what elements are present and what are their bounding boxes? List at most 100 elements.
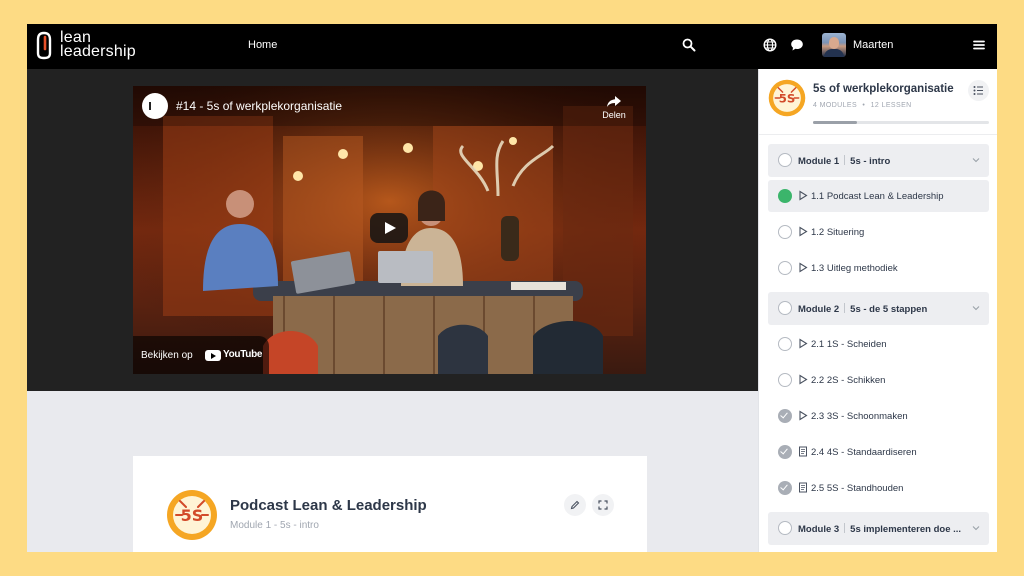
share-arrow-icon xyxy=(607,96,621,107)
logo-wordmark: lean leadership xyxy=(60,30,136,60)
module-2-label: Module 2 5s - de 5 stappen xyxy=(798,303,927,315)
lesson-completed-check-icon xyxy=(778,445,792,459)
hamburger-menu-icon[interactable] xyxy=(973,39,985,51)
lesson-row-2-1[interactable]: 2.1 1S - Scheiden xyxy=(768,328,989,360)
course-progress-fill xyxy=(813,121,857,124)
lean-leadership-logo[interactable]: lean leadership xyxy=(36,30,161,62)
lesson-label: 2.3 3S - Schoonmaken xyxy=(811,411,908,422)
module-2-name: 5s - de 5 stappen xyxy=(850,304,928,315)
search-icon[interactable] xyxy=(682,38,696,52)
course-meta: 4 MODULES • 12 LESSEN xyxy=(813,102,912,109)
youtube-wordmark: YouTube xyxy=(223,349,263,360)
lesson-row-2-3[interactable]: 2.3 3S - Schoonmaken xyxy=(768,400,989,432)
document-icon xyxy=(799,446,807,457)
lesson-label: 2.5 5S - Standhouden xyxy=(811,483,904,494)
play-triangle-icon xyxy=(799,338,808,349)
share-button[interactable]: Delen xyxy=(599,95,629,120)
play-button[interactable] xyxy=(370,213,408,243)
course-title[interactable]: 5s of werkplekorganisatie xyxy=(813,83,954,95)
chevron-down-icon xyxy=(972,158,980,163)
avatar-body xyxy=(824,49,844,57)
channel-avatar[interactable] xyxy=(142,93,168,119)
module-row-2[interactable]: Module 2 5s - de 5 stappen xyxy=(768,292,989,325)
module-3-label: Module 3 5s implementeren doe ... xyxy=(798,523,961,535)
lesson-open-status-icon xyxy=(778,261,792,275)
course-progress-bar xyxy=(813,121,989,124)
module-3-number: Module 3 xyxy=(798,524,840,535)
play-triangle-icon xyxy=(799,262,808,273)
chevron-down-icon xyxy=(972,306,980,311)
modules-count: 4 MODULES xyxy=(813,102,858,109)
module-row-1[interactable]: Module 1 5s - intro xyxy=(768,144,989,177)
lesson-row-2-4[interactable]: 2.4 4S - Standaardiseren xyxy=(768,436,989,468)
lesson-completed-check-icon xyxy=(778,409,792,423)
module-1-label: Module 1 5s - intro xyxy=(798,155,890,167)
lesson-label: 1.1 Podcast Lean & Leadership xyxy=(811,191,944,202)
lesson-open-status-icon xyxy=(778,373,792,387)
user-name[interactable]: Maarten xyxy=(853,39,893,51)
fullscreen-button[interactable] xyxy=(592,494,614,516)
lesson-label: 2.1 1S - Scheiden xyxy=(811,339,887,350)
app-window: lean leadership Home Maarten #14 - 5s of… xyxy=(27,24,997,552)
module-row-3[interactable]: Module 3 5s implementeren doe ... xyxy=(768,512,989,545)
lesson-row-2-2[interactable]: 2.2 2S - Schikken xyxy=(768,364,989,396)
youtube-play-icon xyxy=(205,350,221,361)
play-triangle-icon xyxy=(799,410,808,421)
module-1-number: Module 1 xyxy=(798,156,840,167)
watch-on-label: Bekijken op xyxy=(141,350,193,361)
table-of-contents-button[interactable] xyxy=(968,80,989,101)
chevron-down-icon xyxy=(972,526,980,531)
lesson-label: 1.2 Situering xyxy=(811,227,865,238)
video-section: #14 - 5s of werkplekorganisatie Delen Be… xyxy=(27,69,758,391)
chat-icon[interactable] xyxy=(790,38,804,52)
module-status-circle xyxy=(778,301,792,315)
edit-button[interactable] xyxy=(564,494,586,516)
lesson-open-status-icon xyxy=(778,225,792,239)
lesson-current-status-icon xyxy=(778,189,792,203)
lesson-label: 2.2 2S - Schikken xyxy=(811,375,886,386)
module-3-name: 5s implementeren doe ... xyxy=(850,524,962,535)
lesson-subtitle: Module 1 - 5s - intro xyxy=(230,520,319,531)
lesson-badge-text: 5S xyxy=(181,506,204,525)
play-triangle-icon xyxy=(799,190,808,201)
user-avatar[interactable] xyxy=(822,33,846,57)
lesson-open-status-icon xyxy=(778,337,792,351)
pencil-icon xyxy=(570,500,580,510)
play-triangle-icon xyxy=(799,374,808,385)
lesson-row-1-1[interactable]: 1.1 Podcast Lean & Leadership xyxy=(768,180,989,212)
lesson-row-1-2[interactable]: 1.2 Situering xyxy=(768,216,989,248)
module-1-name: 5s - intro xyxy=(850,156,891,167)
logo-line-2: leadership xyxy=(60,43,136,60)
fullscreen-icon xyxy=(598,500,608,510)
watch-on-youtube-link[interactable]: Bekijken op YouTube xyxy=(133,336,269,374)
top-navigation-bar: lean leadership Home Maarten xyxy=(27,24,997,69)
lesson-completed-check-icon xyxy=(778,481,792,495)
module-status-circle xyxy=(778,153,792,167)
share-label: Delen xyxy=(602,110,626,120)
lesson-header-card: 5S Podcast Lean & Leadership Module 1 - … xyxy=(133,456,647,552)
course-sidebar: 5S 5s of werkplekorganisatie 4 MODULES •… xyxy=(758,69,997,552)
nav-home-link[interactable]: Home xyxy=(248,39,277,51)
carabiner-logo-icon xyxy=(36,31,52,60)
youtube-logo: YouTube xyxy=(205,349,263,362)
5s-badge-icon: 5S xyxy=(167,490,217,540)
lesson-label: 2.4 4S - Standaardiseren xyxy=(811,447,917,458)
list-icon xyxy=(973,86,983,95)
avatar-face xyxy=(829,37,839,49)
lesson-label: 1.3 Uitleg methodiek xyxy=(811,263,898,274)
module-2-number: Module 2 xyxy=(798,304,840,315)
lesson-row-1-3[interactable]: 1.3 Uitleg methodiek xyxy=(768,252,989,284)
meta-separator: • xyxy=(862,102,866,109)
lessons-count: 12 LESSEN xyxy=(870,102,912,109)
lesson-row-2-5[interactable]: 2.5 5S - Standhouden xyxy=(768,472,989,504)
document-icon xyxy=(799,482,807,493)
play-triangle-icon xyxy=(799,226,808,237)
module-status-circle xyxy=(778,521,792,535)
globe-icon[interactable] xyxy=(763,38,777,52)
course-badge-text: 5S xyxy=(779,91,796,105)
lesson-title: Podcast Lean & Leadership xyxy=(230,497,427,514)
course-5s-badge-icon: 5S xyxy=(768,79,806,117)
youtube-player[interactable]: #14 - 5s of werkplekorganisatie Delen Be… xyxy=(133,86,646,374)
course-header: 5S 5s of werkplekorganisatie 4 MODULES •… xyxy=(759,69,997,135)
video-title[interactable]: #14 - 5s of werkplekorganisatie xyxy=(176,99,342,113)
